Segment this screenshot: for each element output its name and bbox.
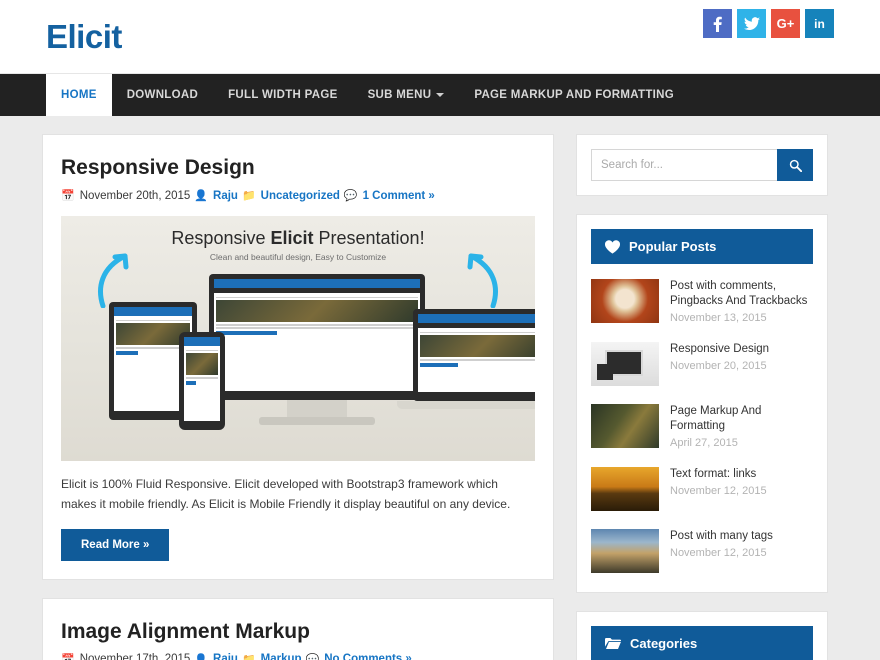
post-date: November 20, 2015	[670, 359, 767, 372]
nav-label: DOWNLOAD	[126, 89, 199, 101]
sidebar: Popular Posts Post with comments, Pingba…	[576, 134, 828, 660]
promo-headline: Responsive Elicit Presentation!	[61, 216, 535, 249]
calendar-icon: 📅	[61, 190, 75, 203]
main-content: Responsive Design 📅 November 20th, 2015 …	[42, 134, 554, 660]
categories-header: Categories	[591, 625, 813, 660]
post-author-link[interactable]: Raju	[213, 653, 238, 660]
nav-item-sub-menu[interactable]: SUB MENU	[353, 74, 460, 116]
site-logo[interactable]: Elicit	[46, 20, 122, 53]
laptop-base	[397, 401, 535, 410]
post-excerpt: Elicit is 100% Fluid Responsive. Elicit …	[61, 477, 511, 511]
post-date: November 17th, 2015	[79, 653, 191, 660]
search-widget	[576, 134, 828, 196]
folder-icon: 📁	[241, 190, 256, 203]
post-comments-link[interactable]: 1 Comment »	[363, 190, 435, 202]
post-thumbnail	[591, 341, 659, 386]
folder-icon	[605, 637, 621, 649]
post-thumbnail	[591, 279, 659, 323]
categories-widget: Categories Format 2 Markup 1 Uncategoriz…	[576, 610, 828, 660]
chevron-down-icon	[436, 93, 445, 97]
linkedin-icon[interactable]: in	[805, 9, 834, 38]
popular-posts-widget: Popular Posts Post with comments, Pingba…	[576, 214, 828, 593]
post-title[interactable]: Image Alignment Markup	[61, 619, 535, 644]
list-item[interactable]: Text format: links November 12, 2015	[591, 458, 813, 520]
post-title: Responsive Design	[670, 342, 770, 355]
popular-posts-header: Popular Posts	[591, 229, 813, 264]
search-input[interactable]	[591, 149, 777, 181]
nav-label: PAGE MARKUP AND FORMATTING	[474, 89, 675, 101]
post-card-image-alignment-markup: Image Alignment Markup 📅 November 17th, …	[42, 597, 554, 660]
promo-headline-bold: Elicit	[270, 228, 314, 249]
featured-image[interactable]: Responsive Elicit Presentation! Clean an…	[61, 216, 535, 462]
site-header: Elicit G+ in	[0, 0, 880, 74]
main-navigation: HOME DOWNLOAD FULL WIDTH PAGE SUB MENU P…	[0, 74, 880, 116]
comment-icon: 💬	[343, 190, 358, 203]
post-author-link[interactable]: Raju	[213, 190, 238, 202]
popular-posts-list: Post with comments, Pingbacks And Trackb…	[577, 264, 827, 592]
post-thumbnail	[591, 403, 659, 448]
post-date: November 12, 2015	[670, 546, 767, 559]
widget-title: Categories	[630, 635, 698, 651]
post-date: April 27, 2015	[670, 436, 738, 449]
twitter-icon[interactable]	[737, 9, 766, 38]
laptop-mockup	[413, 309, 535, 402]
list-item[interactable]: Responsive Design November 20, 2015	[591, 333, 813, 395]
nav-label: HOME	[61, 89, 97, 101]
search-button[interactable]	[777, 149, 813, 181]
device-mockups	[61, 274, 535, 459]
post-category-link[interactable]: Uncategorized	[261, 190, 340, 202]
comment-icon: 💬	[305, 653, 320, 660]
post-meta: 📅 November 17th, 2015 👤 Raju 📁 Markup 💬 …	[61, 653, 535, 660]
nav-label: FULL WIDTH PAGE	[228, 89, 338, 101]
post-date: November 20th, 2015	[79, 189, 191, 202]
post-card-responsive-design: Responsive Design 📅 November 20th, 2015 …	[42, 134, 554, 580]
post-category-link[interactable]: Markup	[261, 653, 302, 660]
post-meta: 📅 November 20th, 2015 👤 Raju 📁 Uncategor…	[61, 189, 535, 203]
post-title: Post with many tags	[670, 529, 773, 542]
post-date: November 12, 2015	[670, 484, 767, 497]
nav-item-download[interactable]: DOWNLOAD	[112, 74, 213, 116]
nav-label: SUB MENU	[367, 89, 432, 101]
phone-mockup	[179, 332, 225, 431]
post-title: Text format: links	[670, 467, 757, 480]
post-title: Post with comments, Pingbacks And Trackb…	[670, 280, 808, 307]
nav-item-page-markup-and-formatting[interactable]: PAGE MARKUP AND FORMATTING	[459, 74, 689, 116]
post-title[interactable]: Responsive Design	[61, 155, 535, 180]
google-plus-icon[interactable]: G+	[771, 9, 800, 38]
page-body: Responsive Design 📅 November 20th, 2015 …	[0, 116, 880, 660]
monitor-stand	[287, 400, 347, 419]
calendar-icon: 📅	[61, 653, 75, 660]
list-item[interactable]: Post with many tags November 12, 2015	[591, 520, 813, 582]
promo-headline-before: Responsive	[171, 228, 271, 249]
widget-title: Popular Posts	[629, 239, 717, 254]
desktop-mockup	[209, 274, 425, 401]
folder-icon: 📁	[241, 653, 256, 660]
monitor-base	[259, 417, 375, 426]
post-thumbnail	[591, 528, 659, 573]
nav-item-home[interactable]: HOME	[46, 74, 112, 116]
post-date: November 13, 2015	[670, 311, 767, 324]
facebook-icon[interactable]	[703, 9, 732, 38]
read-more-button[interactable]: Read More »	[61, 528, 170, 561]
user-icon: 👤	[194, 190, 209, 203]
post-thumbnail	[591, 466, 659, 511]
post-title: Page Markup And Formatting	[670, 404, 762, 432]
heart-icon	[605, 239, 620, 254]
social-links: G+ in	[703, 9, 834, 38]
search-icon	[789, 159, 802, 172]
nav-item-full-width-page[interactable]: FULL WIDTH PAGE	[213, 74, 352, 116]
list-item[interactable]: Page Markup And Formatting April 27, 201…	[591, 395, 813, 458]
user-icon: 👤	[194, 653, 209, 660]
list-item[interactable]: Post with comments, Pingbacks And Trackb…	[591, 270, 813, 333]
promo-headline-after: Presentation!	[313, 228, 425, 249]
post-comments-link[interactable]: No Comments »	[324, 653, 412, 660]
